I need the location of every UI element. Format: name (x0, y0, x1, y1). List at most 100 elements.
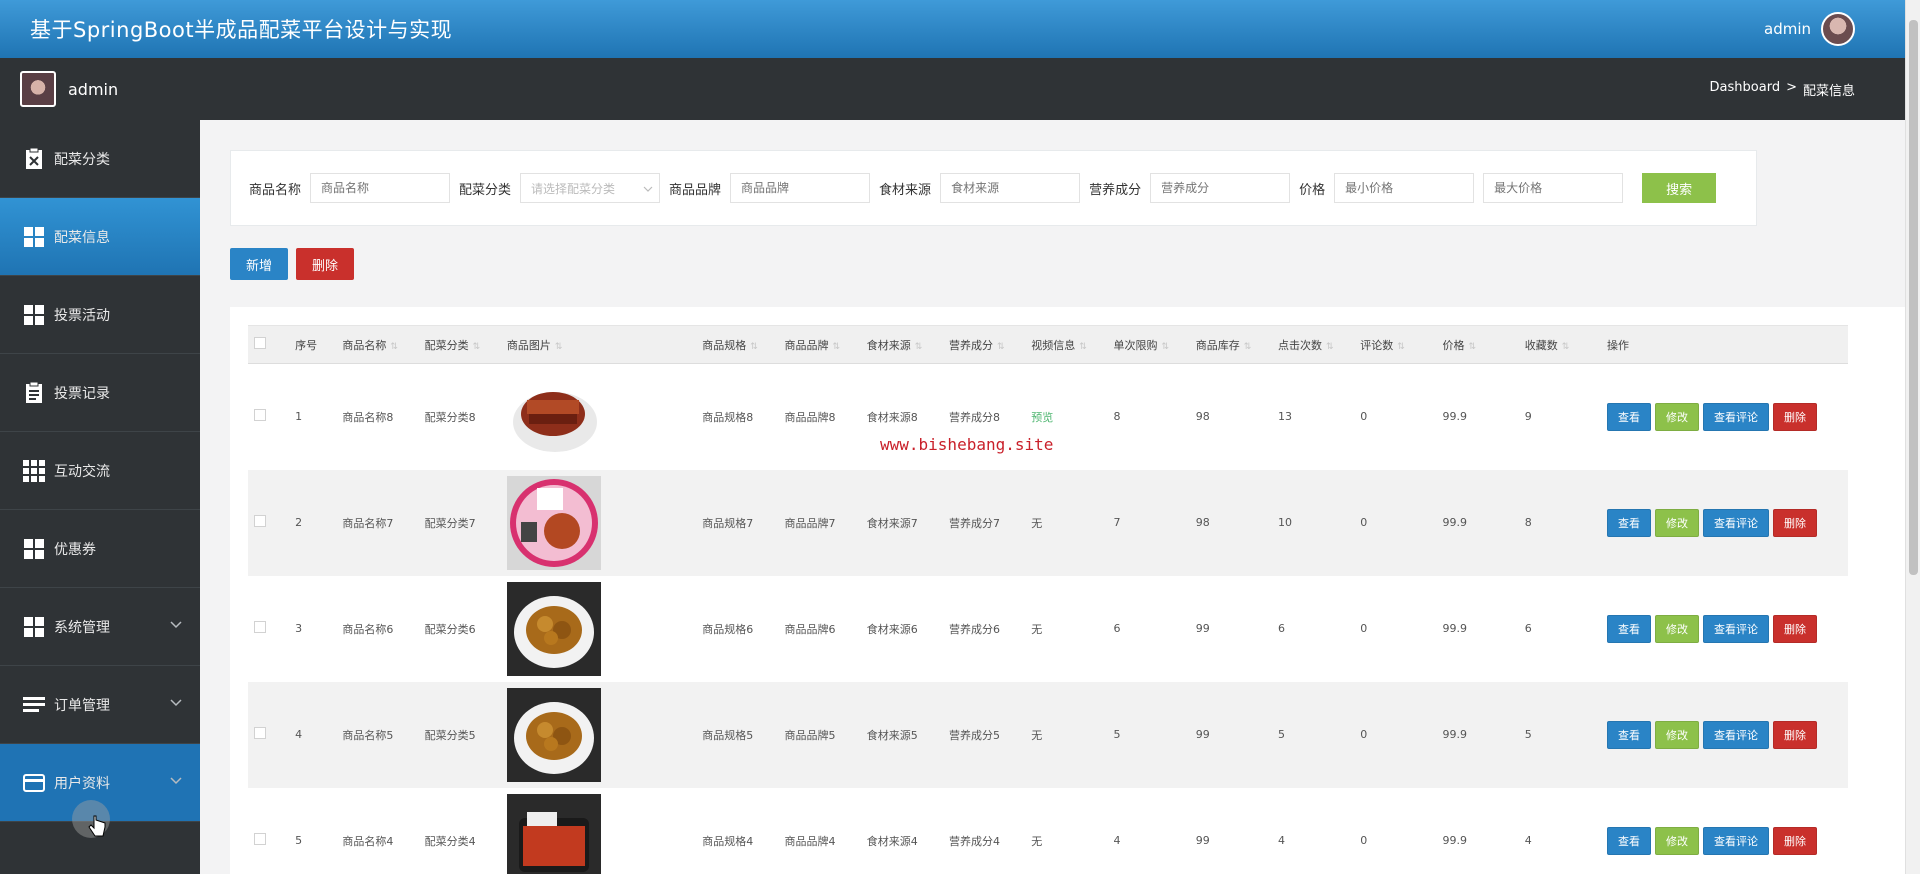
sidebar-item-3[interactable]: 投票记录 (0, 354, 200, 432)
sidebar-item-7[interactable]: 订单管理 (0, 666, 200, 744)
edit-button[interactable]: 修改 (1655, 402, 1700, 431)
sort-icon[interactable]: ⇅ (1244, 342, 1252, 352)
column-header[interactable]: 商品名称 ⇅ (336, 326, 418, 364)
search-field-label: 商品名称 (249, 182, 302, 198)
sort-icon[interactable]: ⇅ (997, 342, 1005, 352)
row-checkbox[interactable] (254, 621, 266, 633)
page-scrollbar[interactable] (1905, 0, 1920, 874)
row-delete-button[interactable]: 删除 (1773, 826, 1818, 855)
column-header[interactable]: 商品规格 ⇅ (696, 326, 778, 364)
view-button[interactable]: 查看 (1607, 508, 1652, 537)
sort-icon[interactable]: ⇅ (1326, 342, 1334, 352)
cell-value: 5 (1524, 728, 1532, 741)
search-input-3[interactable] (940, 173, 1081, 203)
top-bar: 基于SpringBoot半成品配菜平台设计与实现 admin (0, 0, 1905, 58)
top-user-menu[interactable]: admin (1764, 12, 1855, 46)
cell-value: 0 (1360, 410, 1368, 424)
search-input-0[interactable] (310, 173, 451, 203)
product-image[interactable] (506, 369, 696, 464)
row-delete-button[interactable]: 删除 (1773, 720, 1818, 749)
row-actions: 查看 修改 查看评论 删除 (1607, 826, 1848, 855)
view-button[interactable]: 查看 (1607, 720, 1652, 749)
view-button[interactable]: 查看 (1607, 614, 1652, 643)
sort-icon[interactable]: ⇅ (750, 342, 758, 352)
min-price-input[interactable] (1334, 173, 1475, 203)
video-preview-link[interactable]: 预览 (1031, 411, 1053, 424)
sidebar-item-label: 用户资料 (54, 775, 110, 792)
search-button[interactable]: 搜索 (1642, 173, 1717, 203)
sort-icon[interactable]: ⇅ (555, 342, 563, 352)
view-comments-button[interactable]: 查看评论 (1703, 826, 1770, 855)
product-image[interactable] (506, 475, 696, 570)
edit-button[interactable]: 修改 (1655, 508, 1700, 537)
edit-button[interactable]: 修改 (1655, 826, 1700, 855)
category-select[interactable]: 请选择配菜分类 (520, 173, 661, 203)
cell-value: 8 (1524, 516, 1532, 529)
sort-icon[interactable]: ⇅ (1469, 342, 1477, 352)
row-checkbox[interactable] (254, 727, 266, 739)
cell-value: 配菜分类5 (424, 728, 476, 742)
edit-button[interactable]: 修改 (1655, 720, 1700, 749)
select-all-checkbox[interactable] (254, 337, 266, 349)
product-image[interactable] (506, 581, 696, 676)
action-row: 新增 删除 (230, 248, 355, 280)
search-field-4: 营养成分 (1089, 173, 1291, 203)
column-header[interactable]: 价格 ⇅ (1437, 326, 1519, 364)
view-comments-button[interactable]: 查看评论 (1703, 614, 1770, 643)
sidebar-item-1[interactable]: 配菜信息 (0, 198, 200, 276)
row-checkbox[interactable] (254, 833, 266, 845)
view-comments-button[interactable]: 查看评论 (1703, 508, 1770, 537)
sort-icon[interactable]: ⇅ (1397, 342, 1405, 352)
column-header[interactable]: 食材来源 ⇅ (861, 326, 943, 364)
row-checkbox[interactable] (254, 409, 266, 422)
scrollbar-thumb[interactable] (1909, 20, 1918, 575)
sidebar-item-0[interactable]: 配菜分类 (0, 120, 200, 198)
delete-button[interactable]: 删除 (296, 248, 355, 280)
column-header[interactable]: 点击次数 ⇅ (1272, 326, 1354, 364)
sidebar-item-5[interactable]: 优惠券 (0, 510, 200, 588)
column-header-label: 营养成分 (949, 338, 994, 352)
view-button[interactable]: 查看 (1607, 826, 1652, 855)
row-delete-button[interactable]: 删除 (1773, 614, 1818, 643)
sort-icon[interactable]: ⇅ (1162, 342, 1170, 352)
column-header[interactable]: 商品图片 ⇅ (501, 326, 696, 364)
view-comments-button[interactable]: 查看评论 (1703, 720, 1770, 749)
row-checkbox[interactable] (254, 515, 266, 527)
cell-comments: 0 (1354, 682, 1436, 788)
column-header[interactable]: 视频信息 ⇅ (1025, 326, 1107, 364)
column-header[interactable]: 评论数 ⇅ (1354, 326, 1436, 364)
column-header-label: 视频信息 (1031, 338, 1076, 352)
breadcrumb-dashboard[interactable]: Dashboard (1710, 80, 1781, 99)
column-header[interactable]: 营养成分 ⇅ (943, 326, 1025, 364)
sort-icon[interactable]: ⇅ (1562, 342, 1570, 352)
row-delete-button[interactable]: 删除 (1773, 508, 1818, 537)
max-price-input[interactable] (1483, 173, 1624, 203)
view-button[interactable]: 查看 (1607, 402, 1652, 431)
search-input-2[interactable] (730, 173, 871, 203)
avatar[interactable] (1821, 12, 1855, 46)
sort-icon[interactable]: ⇅ (833, 342, 841, 352)
column-header[interactable]: 商品品牌 ⇅ (779, 326, 861, 364)
edit-button[interactable]: 修改 (1655, 614, 1700, 643)
row-actions-cell: 查看 修改 查看评论 删除 (1601, 682, 1848, 788)
sidebar-item-4[interactable]: 互动交流 (0, 432, 200, 510)
column-header[interactable]: 商品库存 ⇅ (1190, 326, 1272, 364)
cell-name: 商品名称8 (336, 364, 418, 470)
sidebar-item-2[interactable]: 投票活动 (0, 276, 200, 354)
cell-category: 配菜分类7 (419, 470, 501, 576)
add-button[interactable]: 新增 (230, 248, 289, 280)
grid-icon (22, 225, 46, 249)
view-comments-button[interactable]: 查看评论 (1703, 402, 1770, 431)
sort-icon[interactable]: ⇅ (390, 342, 398, 352)
sort-icon[interactable]: ⇅ (915, 342, 923, 352)
row-delete-button[interactable]: 删除 (1773, 402, 1818, 431)
sidebar-item-6[interactable]: 系统管理 (0, 588, 200, 666)
product-image[interactable] (506, 687, 696, 782)
column-header[interactable]: 单次限购 ⇅ (1108, 326, 1190, 364)
product-image[interactable] (506, 793, 696, 874)
sort-icon[interactable]: ⇅ (473, 342, 481, 352)
column-header[interactable]: 配菜分类 ⇅ (419, 326, 501, 364)
search-input-4[interactable] (1150, 173, 1291, 203)
column-header[interactable]: 收藏数 ⇅ (1519, 326, 1601, 364)
sort-icon[interactable]: ⇅ (1079, 342, 1087, 352)
